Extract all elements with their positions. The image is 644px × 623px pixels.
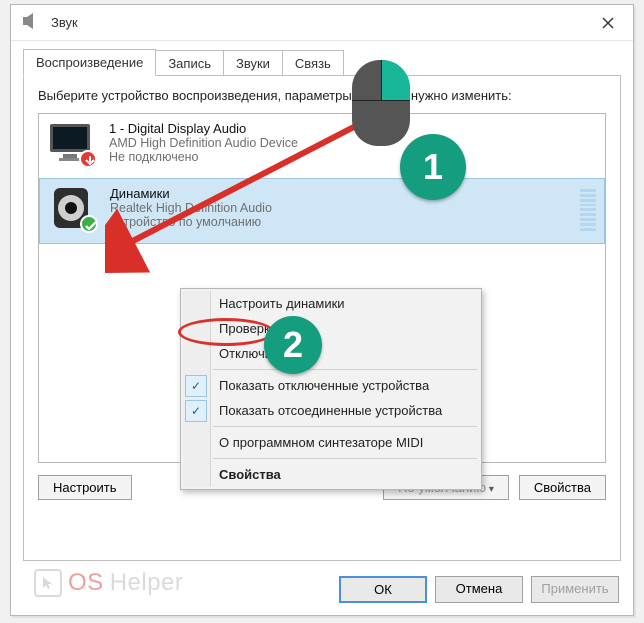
watermark-text-1: OS [68,569,104,597]
device-row-digital-display[interactable]: 1 - Digital Display Audio AMD High Defin… [39,114,605,178]
ctx-label: Показать отключенные устройства [219,378,429,393]
window-title: Звук [51,15,585,30]
ctx-separator [213,426,477,427]
ctx-show-disconnected[interactable]: ✓ Показать отсоединенные устройства [181,398,481,423]
volume-meter [580,189,596,231]
device-status: Не подключено [109,150,298,164]
device-driver: AMD High Definition Audio Device [109,136,298,150]
ctx-configure-speakers[interactable]: Настроить динамики [181,291,481,316]
watermark: OS Helper [34,569,183,597]
tab-recording[interactable]: Запись [155,50,224,76]
configure-button[interactable]: Настроить [38,475,132,500]
monitor-icon [47,120,95,166]
apply-button[interactable]: Применить [531,576,619,603]
check-icon: ✓ [185,400,207,422]
annotation-mouse-rightclick [352,60,410,146]
ctx-disable[interactable]: Отключить [181,341,481,366]
device-status: Устройство по умолчанию [110,215,272,229]
tab-playback[interactable]: Воспроизведение [23,49,156,76]
ctx-label: Показать отсоединенные устройства [219,403,442,418]
close-button[interactable] [585,7,631,39]
device-info: 1 - Digital Display Audio AMD High Defin… [109,121,298,165]
error-badge-icon [79,150,97,168]
default-badge-icon [80,215,98,233]
instruction-text: Выберите устройство воспроизведения, пар… [38,88,606,105]
titlebar: Звук [11,5,633,41]
device-row-speakers[interactable]: Динамики Realtek High Definition Audio У… [39,178,605,244]
tab-bar: Воспроизведение Запись Звуки Связь [23,47,621,75]
device-driver: Realtek High Definition Audio [110,201,272,215]
device-info: Динамики Realtek High Definition Audio У… [110,186,272,230]
cancel-button[interactable]: Отмена [435,576,523,603]
tab-sounds[interactable]: Звуки [223,50,283,76]
ctx-separator [213,369,477,370]
cursor-icon [34,569,62,597]
speaker-icon [48,185,96,231]
ctx-show-disabled[interactable]: ✓ Показать отключенные устройства [181,373,481,398]
check-icon: ✓ [185,375,207,397]
ctx-separator [213,458,477,459]
watermark-text-2: Helper [110,569,184,597]
sound-icon [21,11,41,34]
context-menu[interactable]: Настроить динамики Проверка Отключить ✓ … [180,288,482,490]
dialog-buttons: ОК Отмена Применить [339,576,619,603]
device-name: 1 - Digital Display Audio [109,121,298,136]
ctx-properties[interactable]: Свойства [181,462,481,487]
annotation-step-2: 2 [264,316,322,374]
ok-button[interactable]: ОК [339,576,427,603]
properties-button[interactable]: Свойства [519,475,606,500]
ctx-test[interactable]: Проверка [181,316,481,341]
device-name: Динамики [110,186,272,201]
tab-communications[interactable]: Связь [282,50,344,76]
ctx-about-midi[interactable]: О программном синтезаторе MIDI [181,430,481,455]
